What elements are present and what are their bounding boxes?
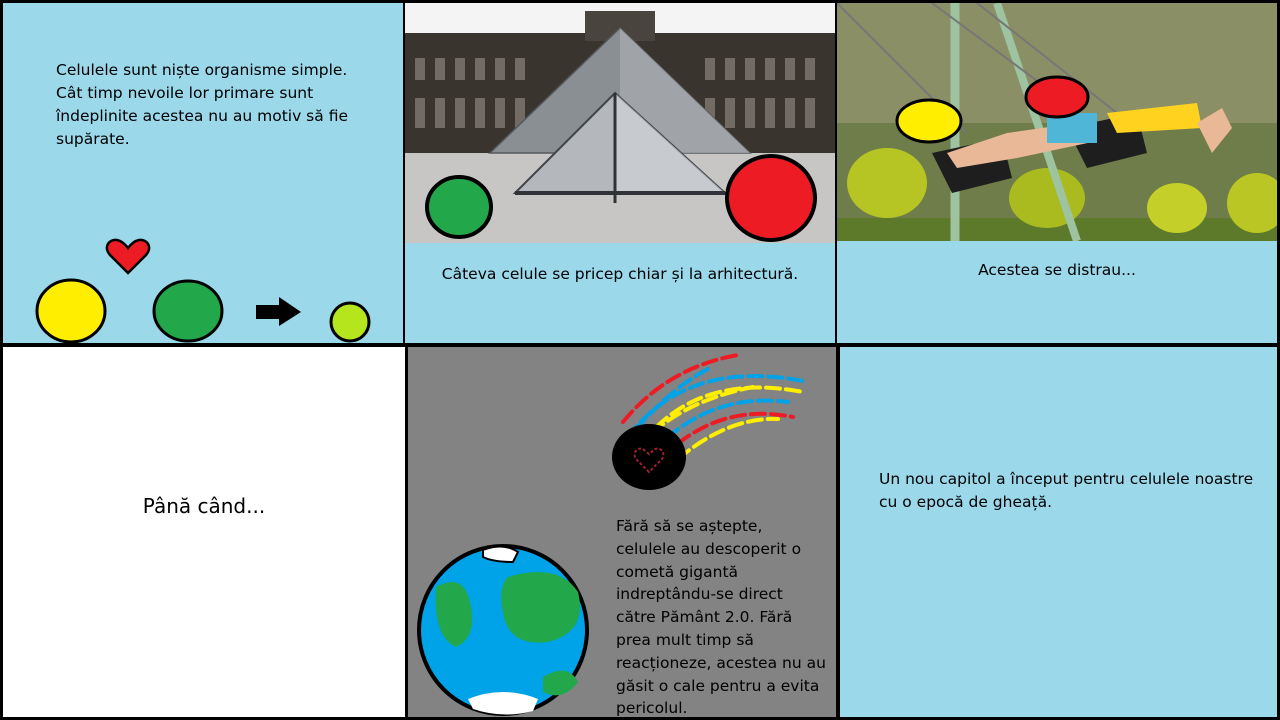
panel-4-text: Până când...: [142, 494, 266, 518]
panel-3: Acestea se distrau...: [837, 3, 1277, 343]
panel-5-text: Fără să se aștepte, celulele au descoper…: [616, 517, 826, 717]
panel-1-drawing: [35, 238, 371, 343]
yellow-cell: [35, 278, 107, 343]
panel-6: Un nou capitol a început pentru celulele…: [840, 347, 1277, 717]
panel-5: Fără să se aștepte, celulele au descoper…: [408, 347, 836, 717]
panel-1: Celulele sunt niște organisme simple. Câ…: [3, 3, 403, 343]
louvre-photo: [405, 3, 835, 243]
green-cell: [152, 279, 224, 343]
green-cell: [425, 175, 493, 239]
swing-photo: [837, 3, 1277, 241]
heart-icon: [105, 238, 151, 275]
panel-4: Până când...: [3, 347, 405, 717]
panel-6-text: Un nou capitol a început pentru celulele…: [879, 470, 1254, 511]
red-cell: [1024, 75, 1090, 119]
panel-3-caption: Acestea se distrau...: [978, 261, 1136, 279]
comet: [612, 424, 686, 490]
red-cell: [725, 154, 817, 242]
lime-cell: [329, 301, 371, 343]
arrow-right-icon: [256, 297, 301, 326]
yellow-cell: [895, 98, 963, 144]
comic-grid: Celulele sunt niște organisme simple. Câ…: [0, 0, 1280, 720]
panel-2: Câteva celule se pricep chiar și la arhi…: [405, 3, 835, 343]
panel-2-caption: Câteva celule se pricep chiar și la arhi…: [441, 265, 799, 283]
